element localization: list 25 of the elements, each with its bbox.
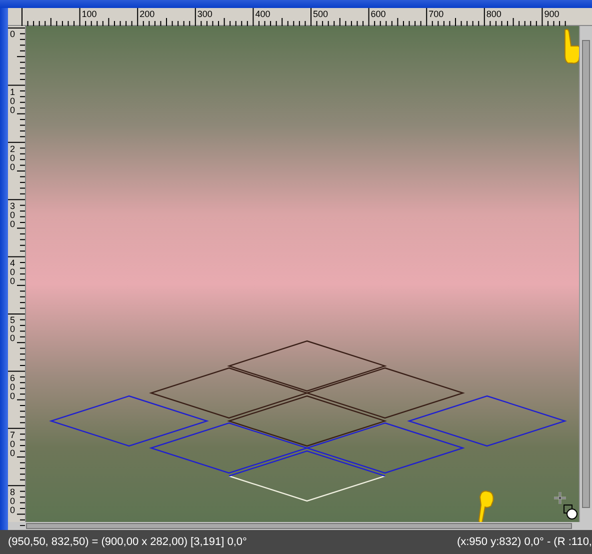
ruler-label: 100 <box>10 88 16 114</box>
ruler-label: 0 <box>10 30 16 40</box>
crosshair-cursor-icon <box>554 492 578 520</box>
ruler-label: 900 <box>544 9 560 19</box>
ruler-label: 700 <box>428 9 444 19</box>
ruler-label: 500 <box>10 316 16 344</box>
ruler-label: 400 <box>10 259 16 286</box>
ruler-label: 400 <box>255 9 270 19</box>
ruler-label: 600 <box>370 9 386 19</box>
ruler-label: 700 <box>10 430 16 458</box>
ruler-label: 300 <box>197 9 212 19</box>
status-text: (x:950 y:832) 0,0° - (R :110, <box>456 536 592 548</box>
ruler-label: 600 <box>10 374 16 400</box>
pointing-hand-icon <box>562 28 579 66</box>
pointing-hand-icon <box>476 489 496 522</box>
ruler-label: 300 <box>10 202 16 229</box>
vertical-scrollbar[interactable] <box>579 26 592 522</box>
status-text: (950,50, 832,50) = (900,00 x 282,00) [3,191] 0,0° <box>8 536 247 548</box>
ruler-label: 100 <box>82 9 97 19</box>
ruler-label: 200 <box>10 144 16 172</box>
ruler-label: 200 <box>140 9 155 19</box>
ruler-label: 800 <box>10 488 16 515</box>
ruler-label: 800 <box>486 9 502 19</box>
horizontal-scrollbar[interactable] <box>8 522 592 530</box>
ruler-label: 500 <box>313 9 328 19</box>
